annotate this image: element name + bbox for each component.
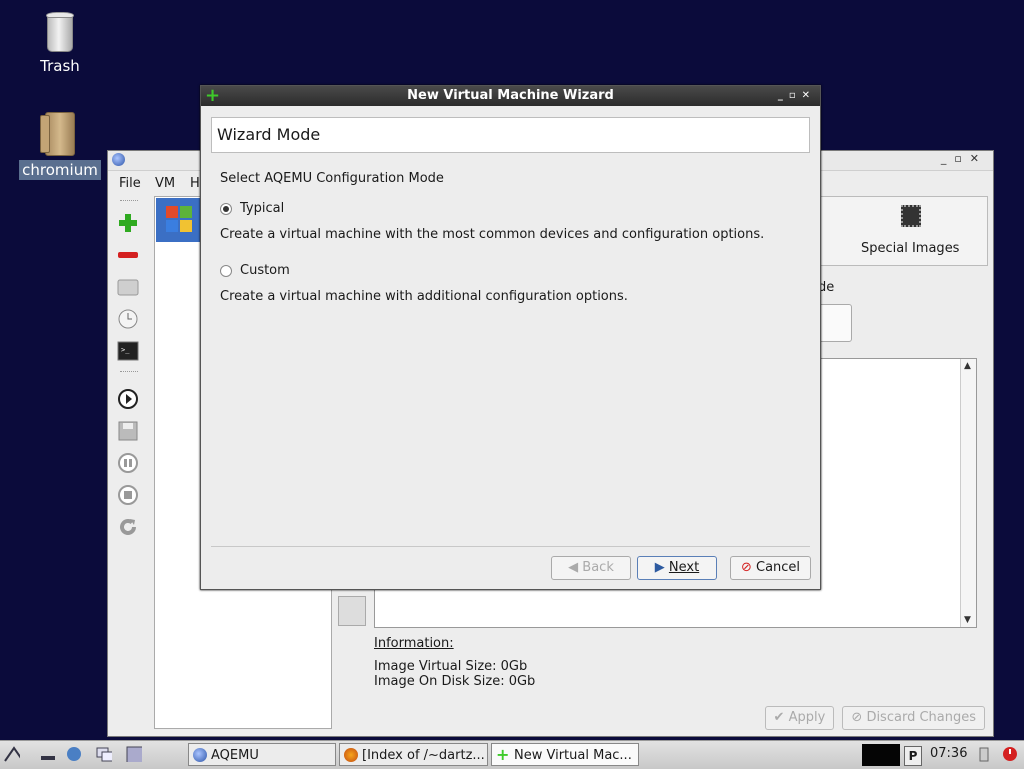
tab-special-images-label: Special Images (861, 241, 960, 256)
bottom-buttons: ✔ Apply ⊘ Discard Changes (761, 706, 985, 730)
typical-description: Create a virtual machine with the most c… (220, 227, 765, 242)
aqemu-app-icon (112, 153, 125, 166)
apply-label: Apply (788, 710, 826, 725)
typical-radio-row[interactable]: Typical (220, 201, 284, 216)
globe-icon[interactable] (66, 746, 82, 762)
aqemu-app-icon (193, 748, 207, 762)
desktop-icon-label: chromium (19, 160, 101, 180)
tab-special-images[interactable]: Special Images (820, 196, 988, 266)
divider (211, 546, 810, 547)
wizard-page-header: Wizard Mode (211, 117, 810, 153)
battery-icon[interactable] (976, 746, 992, 762)
typical-label: Typical (240, 201, 285, 216)
task-label: AQEMU (211, 748, 259, 763)
terminal-icon[interactable]: >_ (116, 339, 140, 363)
information-heading: Information: (374, 636, 454, 651)
scrollbar[interactable]: ▲ ▼ (960, 359, 976, 627)
power-icon[interactable] (1002, 746, 1018, 762)
side-button[interactable] (338, 596, 366, 626)
add-icon: + (496, 745, 510, 764)
next-button[interactable]: ▶ Next (637, 556, 717, 580)
window-controls[interactable]: _▫✕ (941, 152, 987, 165)
back-arrow-icon: ◀ (568, 560, 579, 575)
add-vm-icon[interactable] (116, 211, 140, 235)
save-icon[interactable] (116, 419, 140, 443)
custom-radio-row[interactable]: Custom (220, 263, 290, 278)
window-controls[interactable]: _▫✕ (778, 86, 816, 106)
folder-bag-icon (40, 112, 75, 156)
menu-file[interactable]: File (119, 176, 141, 191)
select-mode-label: Select AQEMU Configuration Mode (220, 171, 444, 186)
desktop-icon-chromium[interactable]: chromium (15, 112, 105, 180)
custom-description: Create a virtual machine with additional… (220, 289, 628, 304)
task-label: New Virtual Mac... (514, 748, 632, 763)
taskbar: AQEMU [Index of /~dartz... + New Virtual… (0, 740, 1024, 769)
remove-vm-icon[interactable] (116, 243, 140, 267)
stop-icon[interactable] (116, 483, 140, 507)
svg-text:>_: >_ (121, 346, 130, 354)
cpu-monitor (862, 744, 900, 766)
pidgin-icon[interactable]: P (904, 746, 922, 766)
task-browser[interactable]: [Index of /~dartz... (339, 743, 488, 766)
back-label: Back (582, 560, 614, 575)
new-vm-wizard-dialog: + New Virtual Machine Wizard _▫✕ Wizard … (200, 85, 821, 590)
firefox-icon (344, 748, 358, 762)
next-label: Next (668, 560, 700, 575)
desktop-icon-label: Trash (40, 57, 80, 75)
clock: 07:36 (930, 746, 968, 761)
image-virtual-size: Image Virtual Size: 0Gb (374, 659, 528, 674)
task-wizard[interactable]: + New Virtual Mac... (491, 743, 639, 766)
add-icon: + (205, 85, 221, 106)
pause-icon[interactable] (116, 451, 140, 475)
reset-icon[interactable] (116, 515, 140, 539)
task-label: [Index of /~dartz... (362, 748, 485, 763)
menu-vm[interactable]: VM (155, 176, 175, 191)
cancel-label: Cancel (756, 560, 801, 575)
back-button[interactable]: ◀ Back (551, 556, 631, 580)
chip-icon (901, 205, 921, 227)
typical-radio[interactable] (220, 202, 232, 215)
vm-toolbar: >_ (108, 195, 148, 725)
wizard-titlebar: + New Virtual Machine Wizard _▫✕ (201, 86, 820, 106)
windows-logo-icon[interactable] (156, 198, 202, 242)
desktop-pager-icon[interactable] (126, 746, 142, 762)
clock-icon[interactable] (116, 307, 140, 331)
trash-icon (46, 12, 74, 52)
disk-icon[interactable] (116, 275, 140, 299)
custom-radio[interactable] (220, 264, 232, 277)
cancel-icon: ⊘ (740, 560, 752, 575)
task-aqemu[interactable]: AQEMU (188, 743, 336, 766)
wizard-title: New Virtual Machine Wizard (407, 88, 614, 103)
next-arrow-icon: ▶ (654, 560, 665, 575)
document-icon[interactable] (818, 304, 852, 342)
custom-label: Custom (240, 263, 290, 278)
desktop-icon-trash[interactable]: Trash (15, 12, 105, 76)
image-disk-size: Image On Disk Size: 0Gb (374, 674, 536, 689)
windows-icon[interactable] (96, 746, 112, 762)
menu-start-icon[interactable] (4, 746, 20, 762)
play-icon[interactable] (116, 387, 140, 411)
menu-help[interactable]: H (190, 176, 200, 191)
minimize-all-icon[interactable] (40, 746, 56, 762)
discard-changes-button[interactable]: ⊘ Discard Changes (842, 706, 985, 730)
discard-label: Discard Changes (866, 710, 976, 725)
cancel-button[interactable]: ⊘ Cancel (730, 556, 811, 580)
apply-button[interactable]: ✔ Apply (764, 706, 835, 730)
